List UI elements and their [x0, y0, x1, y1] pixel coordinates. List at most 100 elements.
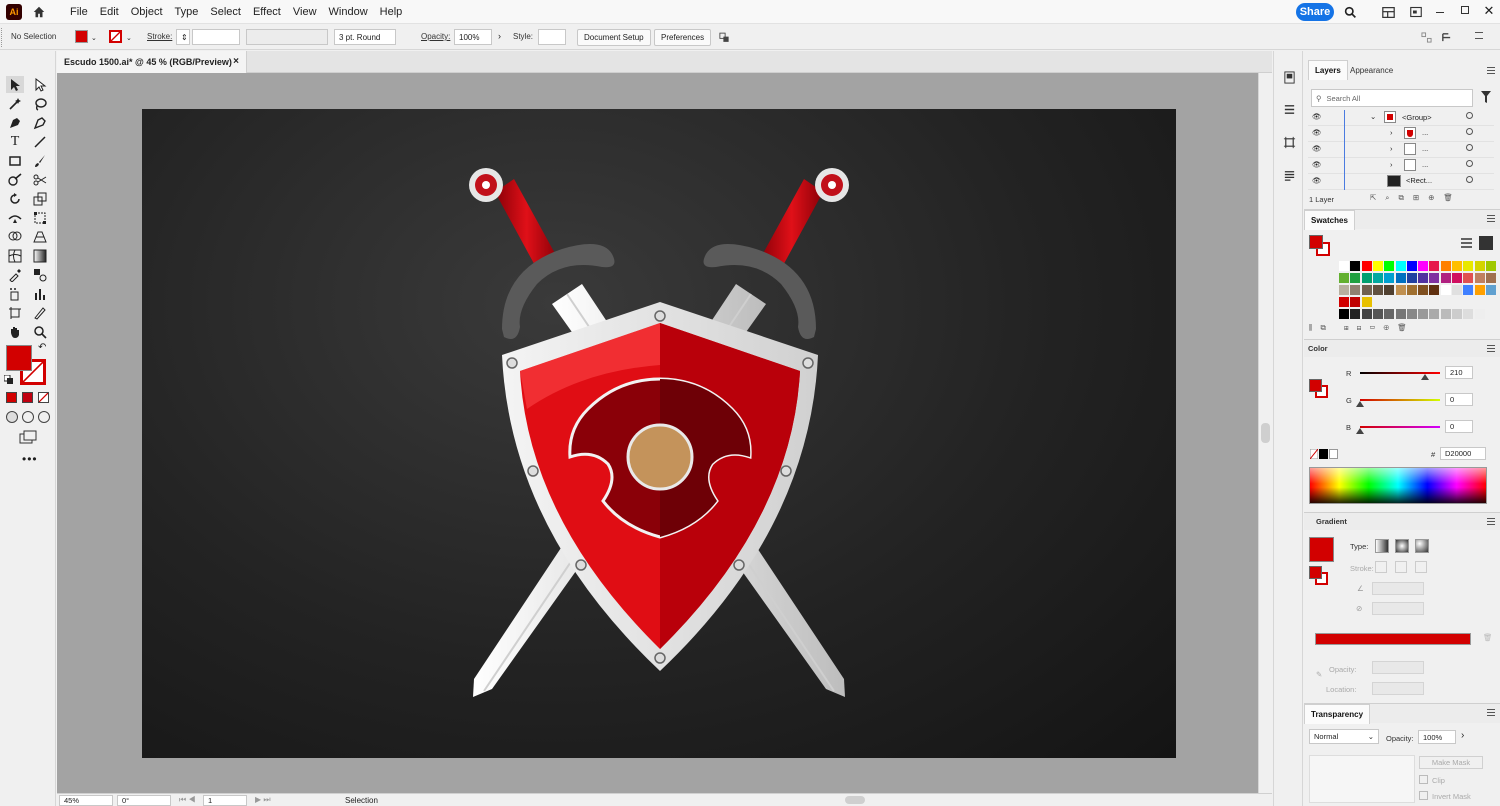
menu-window[interactable]: Window — [323, 6, 374, 18]
swatch-fill[interactable] — [1309, 235, 1323, 249]
swatch-cell[interactable] — [1350, 273, 1361, 283]
default-fill-stroke-icon[interactable] — [3, 374, 13, 384]
target-icon[interactable] — [1466, 128, 1473, 135]
swatch-cell[interactable] — [1485, 273, 1496, 283]
expand-icon[interactable]: › — [1390, 128, 1393, 137]
color-menu-icon[interactable] — [1487, 345, 1495, 352]
none-swatch-icon[interactable] — [1309, 448, 1319, 460]
shape-builder-tool-icon[interactable] — [6, 228, 24, 245]
collapse-icon[interactable]: ⌄ — [1370, 112, 1376, 121]
swatch-cell[interactable] — [1395, 285, 1406, 295]
stroke-swatch[interactable] — [109, 30, 122, 43]
close-tab-icon[interactable]: × — [233, 56, 239, 67]
workspace-icon[interactable] — [1380, 4, 1396, 20]
style-dropdown[interactable] — [538, 29, 566, 45]
menu-effect[interactable]: Effect — [247, 6, 287, 18]
gradient-swatch[interactable] — [1309, 537, 1334, 562]
g-slider[interactable] — [1360, 399, 1440, 401]
stroke-stepper[interactable]: ⇕ — [176, 29, 190, 45]
make-mask-button[interactable]: Make Mask — [1419, 756, 1483, 769]
menu-select[interactable]: Select — [204, 6, 247, 18]
fill-swatch[interactable] — [75, 30, 88, 43]
visibility-eye-icon[interactable]: 👁 — [1312, 128, 1322, 137]
layers-search-input[interactable]: ⚲ Search All — [1311, 89, 1473, 107]
type-tool-icon[interactable]: T — [6, 133, 24, 150]
preferences-button[interactable]: Preferences — [654, 29, 712, 46]
lasso-tool-icon[interactable] — [31, 95, 49, 112]
swatch-cell[interactable] — [1452, 285, 1462, 295]
swatches-footer-icons[interactable]: ⫼⧉ ⊞⊟▭⊕🗑 — [1309, 323, 1415, 333]
menu-view[interactable]: View — [287, 6, 323, 18]
swatch-cell[interactable] — [1418, 261, 1429, 271]
tab-appearance[interactable]: Appearance — [1344, 60, 1399, 80]
b-slider-thumb[interactable] — [1356, 428, 1364, 434]
color-fill-box[interactable] — [1309, 379, 1322, 392]
white-swatch[interactable] — [1329, 449, 1338, 459]
layers-footer-icons[interactable]: ⇱⌕⧉⊞⊕🗑 — [1370, 193, 1462, 203]
visibility-eye-icon[interactable]: 👁 — [1312, 112, 1322, 121]
stroke-weight-field[interactable] — [192, 29, 240, 45]
swatch-cell[interactable] — [1395, 273, 1406, 283]
visibility-eye-icon[interactable]: 👁 — [1312, 144, 1322, 153]
transform-icon[interactable] — [1440, 31, 1452, 43]
pen-tool-icon[interactable] — [6, 114, 24, 131]
blend-mode-select[interactable]: Normal ⌄ — [1309, 729, 1379, 744]
perspective-grid-tool-icon[interactable] — [31, 228, 49, 245]
swatch-cell[interactable] — [1372, 273, 1383, 283]
arrange-icon[interactable] — [716, 30, 736, 45]
tab-transparency[interactable]: Transparency — [1304, 704, 1371, 724]
rotation-field[interactable]: 0° — [117, 795, 171, 806]
swatch-cell[interactable] — [1339, 297, 1349, 307]
draw-behind-icon[interactable] — [22, 411, 34, 423]
shaper-tool-icon[interactable] — [6, 171, 24, 188]
swatch-cell[interactable] — [1361, 309, 1372, 319]
home-icon[interactable] — [30, 3, 48, 21]
swatch-cell[interactable] — [1361, 297, 1372, 307]
menu-type[interactable]: Type — [169, 6, 205, 18]
swatch-cell[interactable] — [1339, 273, 1349, 283]
swatch-cell[interactable] — [1361, 261, 1372, 271]
menu-help[interactable]: Help — [374, 6, 409, 18]
swatch-cell[interactable] — [1463, 309, 1474, 319]
swatch-cell[interactable] — [1474, 285, 1485, 295]
share-button[interactable]: Share — [1296, 3, 1334, 21]
swatch-cell[interactable] — [1372, 285, 1383, 295]
gradient-tool-icon[interactable] — [31, 247, 49, 264]
slice-tool-icon[interactable] — [31, 304, 49, 321]
expand-icon[interactable]: › — [1390, 160, 1393, 169]
tab-swatches[interactable]: Swatches — [1304, 210, 1355, 230]
edit-toolbar-icon[interactable]: ••• — [22, 452, 38, 466]
properties-icon[interactable] — [1281, 101, 1297, 117]
r-value-field[interactable]: 210 — [1445, 366, 1473, 379]
transparency-opacity-field[interactable]: 100% — [1418, 730, 1456, 744]
swatch-cell[interactable] — [1406, 285, 1417, 295]
target-icon[interactable] — [1466, 112, 1473, 119]
swatch-cell[interactable] — [1384, 285, 1395, 295]
swatch-cell[interactable] — [1418, 285, 1429, 295]
swatch-cell[interactable] — [1429, 285, 1440, 295]
linear-gradient-icon[interactable] — [1375, 539, 1389, 553]
swatch-cell[interactable] — [1440, 285, 1451, 295]
swatch-grid[interactable] — [1309, 261, 1496, 321]
draw-inside-icon[interactable] — [38, 411, 50, 423]
swatch-cell[interactable] — [1350, 261, 1361, 271]
swatch-cell[interactable] — [1452, 273, 1462, 283]
swatch-cell[interactable] — [1440, 273, 1451, 283]
control-menu-icon[interactable] — [1475, 32, 1483, 39]
color-mode-icon[interactable] — [6, 392, 17, 403]
close-window-icon[interactable]: ✕ — [1482, 3, 1496, 19]
swatch-cell[interactable] — [1429, 273, 1440, 283]
artboards-icon[interactable] — [1281, 134, 1297, 150]
swatch-cell[interactable] — [1452, 309, 1462, 319]
g-value-field[interactable]: 0 — [1445, 393, 1473, 406]
opacity-slider-arrow-icon[interactable]: › — [1461, 730, 1464, 741]
layer-row[interactable]: 👁 <Rect... — [1308, 174, 1494, 190]
horizontal-scroll-thumb[interactable] — [845, 796, 865, 804]
swatch-cell[interactable] — [1406, 309, 1417, 319]
swap-fill-stroke-icon[interactable]: ↶ — [38, 342, 46, 353]
filter-icon[interactable] — [1481, 91, 1491, 103]
hex-field[interactable]: D20000 — [1440, 447, 1486, 460]
invert-mask-checkbox[interactable] — [1419, 791, 1428, 800]
swatch-cell[interactable] — [1418, 309, 1429, 319]
swatch-cell[interactable] — [1463, 261, 1474, 271]
